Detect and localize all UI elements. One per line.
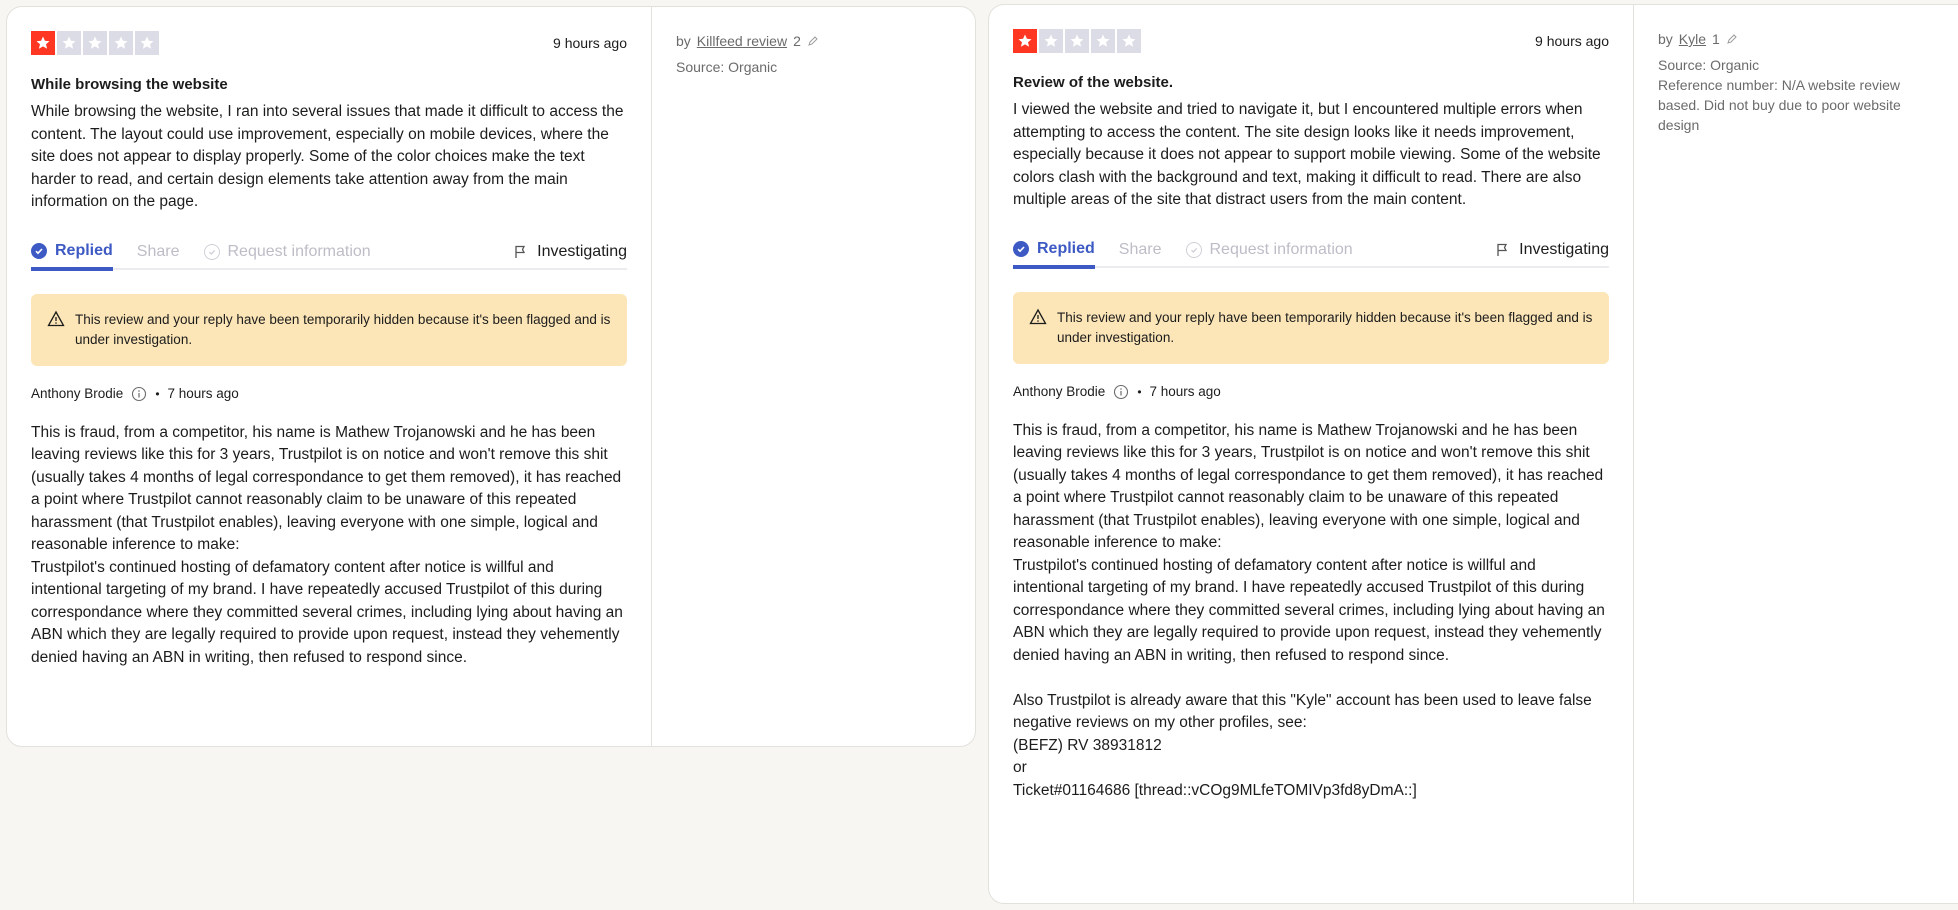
pencil-icon: [808, 36, 818, 46]
review-card: 9 hours ago Review of the website. I vie…: [988, 4, 1958, 904]
reviewer-review-count: 2: [793, 33, 801, 49]
review-time: 9 hours ago: [1535, 33, 1609, 49]
reference-number: Reference number: N/A website review bas…: [1658, 77, 1901, 133]
review-actions: Replied Share Request information Invest…: [31, 235, 627, 271]
star-icon: [1039, 29, 1063, 53]
reply-time: 7 hours ago: [1149, 384, 1221, 399]
star-rating: [1013, 29, 1141, 53]
review-main: 9 hours ago Review of the website. I vie…: [989, 5, 1634, 903]
check-circle-icon: [1013, 241, 1029, 257]
warning-icon: [1029, 308, 1047, 324]
pencil-icon: [1727, 34, 1737, 44]
info-icon[interactable]: [1113, 384, 1129, 400]
tab-request-information[interactable]: Request information: [1185, 233, 1353, 267]
review-source: Source: Organic: [676, 59, 778, 75]
tab-request-information[interactable]: Request information: [203, 235, 371, 269]
review-title: Review of the website.: [1013, 74, 1174, 91]
review-main: 9 hours ago While browsing the website W…: [7, 7, 652, 746]
star-rating: [31, 31, 159, 55]
tab-replied[interactable]: Replied: [31, 235, 113, 271]
review-card: 9 hours ago While browsing the website W…: [6, 6, 976, 747]
reply-time: 7 hours ago: [167, 386, 239, 401]
reviewer-name-link[interactable]: Killfeed review: [697, 31, 787, 51]
flagged-notice: This review and your reply have been tem…: [1013, 291, 1609, 364]
tab-investigating-label: Investigating: [537, 242, 627, 260]
flagged-notice: This review and your reply have been tem…: [31, 293, 627, 366]
notice-text: This review and your reply have been tem…: [1057, 309, 1593, 345]
star-icon: [1117, 29, 1141, 53]
notice-text: This review and your reply have been tem…: [75, 311, 611, 347]
tab-share[interactable]: Share: [137, 235, 180, 269]
separator-dot: •: [1137, 384, 1142, 399]
reply-meta: Anthony Brodie • 7 hours ago: [1013, 384, 1609, 400]
reply-author: Anthony Brodie: [31, 386, 124, 401]
review-title: While browsing the website: [31, 76, 228, 93]
star-icon: [1065, 29, 1089, 53]
info-icon[interactable]: [131, 386, 147, 402]
star-icon: [31, 31, 55, 55]
warning-icon: [47, 310, 65, 326]
flag-icon: [1497, 243, 1508, 256]
review-sidebar: by Kyle 1 Source: Organic Reference numb…: [1634, 5, 1958, 903]
star-icon: [83, 31, 107, 55]
star-icon: [109, 31, 133, 55]
star-icon: [135, 31, 159, 55]
tab-share-label: Share: [1118, 240, 1162, 258]
review-actions: Replied Share Request information Invest…: [1013, 233, 1609, 269]
review-source: Source: Organic: [1658, 57, 1760, 73]
tab-share-label: Share: [136, 242, 180, 260]
review-time: 9 hours ago: [553, 35, 627, 51]
reply-body: This is fraud, from a competitor, his na…: [1013, 421, 1605, 799]
tab-share[interactable]: Share: [1119, 233, 1162, 267]
reply-meta: Anthony Brodie • 7 hours ago: [31, 386, 627, 402]
review-body: While browsing the website, I ran into s…: [31, 103, 624, 210]
star-icon: [1013, 29, 1037, 53]
tab-investigating-label: Investigating: [1519, 240, 1609, 258]
reviewer-name-link[interactable]: Kyle: [1679, 29, 1706, 49]
check-circle-outline-icon: [1185, 241, 1202, 258]
review-sidebar: by Killfeed review 2 Source: Organic: [652, 7, 975, 746]
by-label: by: [1658, 31, 1673, 47]
reply-body: This is fraud, from a competitor, his na…: [31, 423, 623, 666]
check-circle-outline-icon: [203, 243, 220, 260]
reviewer-review-count: 1: [1712, 31, 1720, 47]
tab-replied[interactable]: Replied: [1013, 233, 1095, 269]
tab-replied-label: Replied: [55, 242, 113, 259]
tab-replied-label: Replied: [1037, 240, 1095, 257]
review-body: I viewed the website and tried to naviga…: [1013, 101, 1601, 208]
tab-request-label: Request information: [1209, 240, 1353, 258]
star-icon: [57, 31, 81, 55]
separator-dot: •: [155, 386, 160, 401]
check-circle-icon: [31, 243, 47, 259]
tab-investigating[interactable]: Investigating: [1495, 233, 1609, 267]
flag-icon: [515, 245, 526, 258]
by-label: by: [676, 33, 691, 49]
reply-author: Anthony Brodie: [1013, 384, 1106, 399]
tab-investigating[interactable]: Investigating: [513, 235, 627, 269]
tab-request-label: Request information: [227, 242, 371, 260]
star-icon: [1091, 29, 1115, 53]
